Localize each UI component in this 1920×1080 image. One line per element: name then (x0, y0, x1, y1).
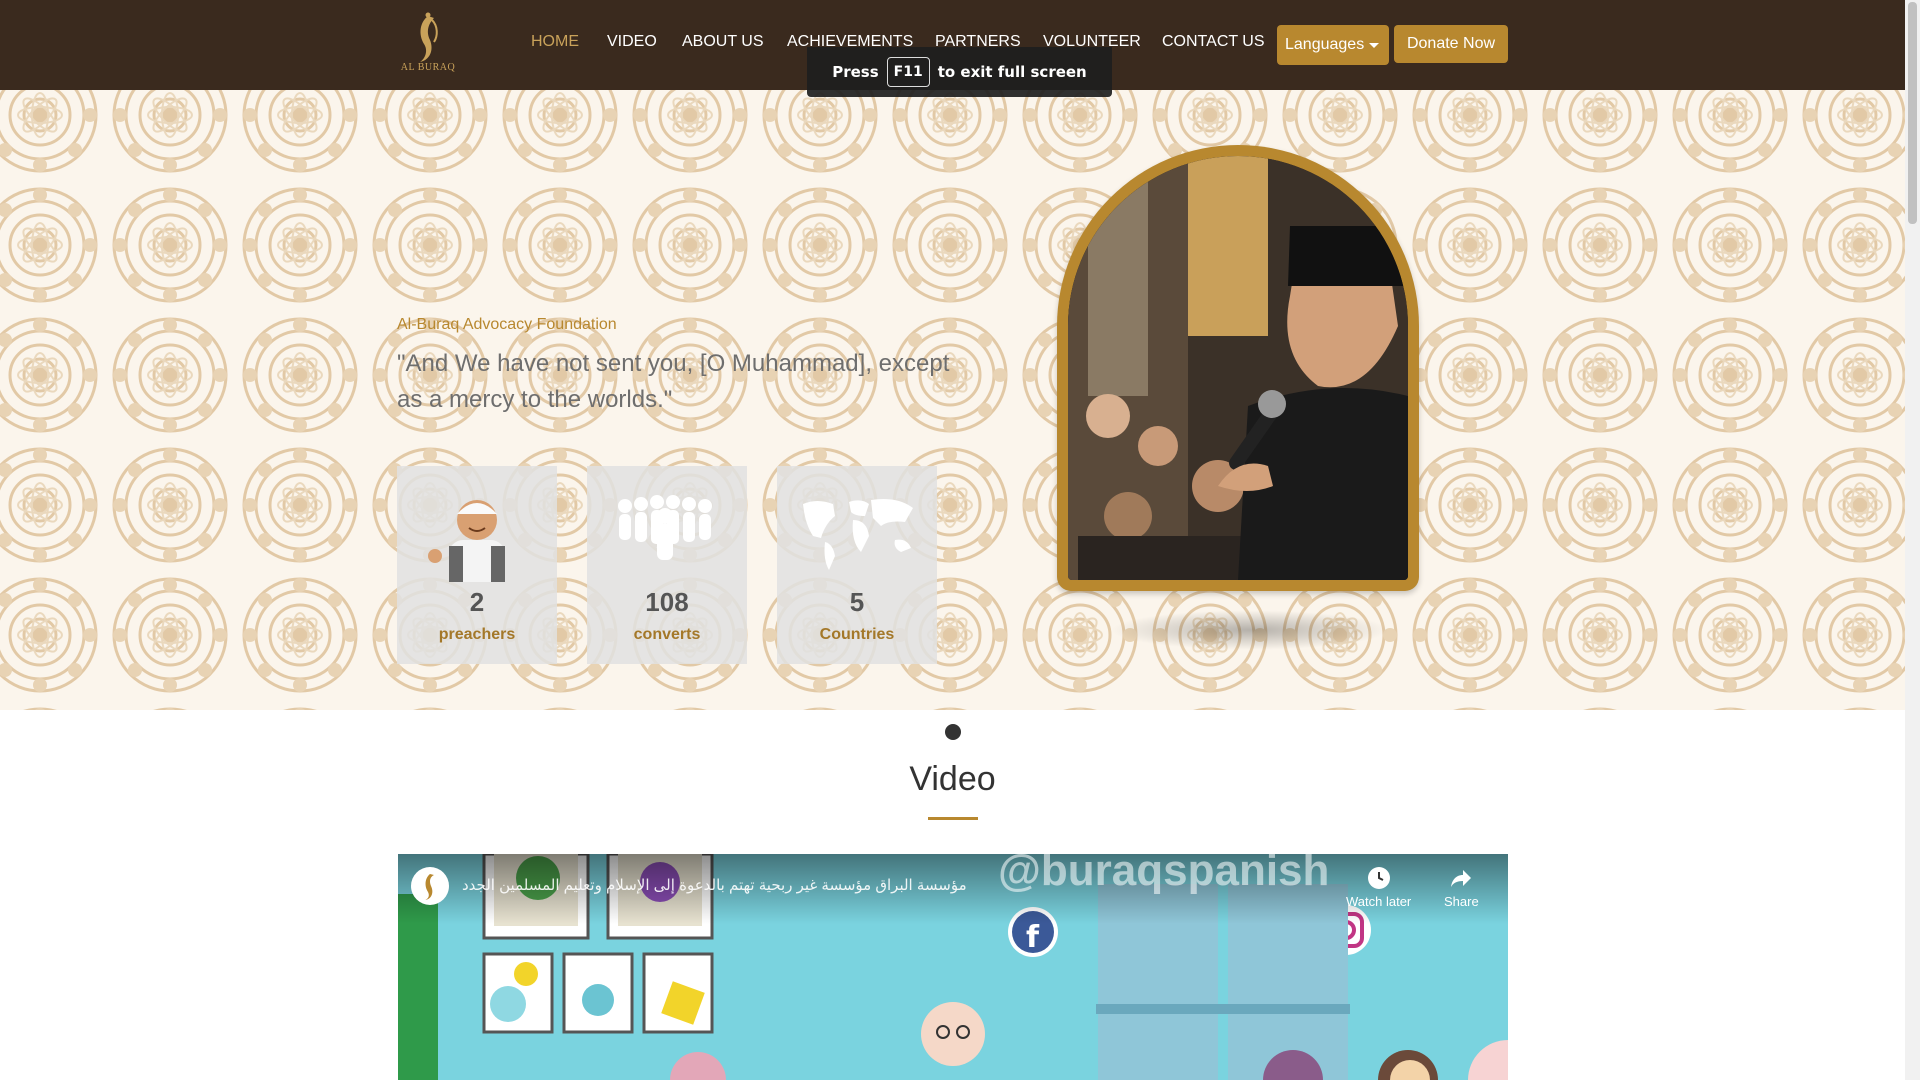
notice-press: Press (832, 63, 879, 81)
photo-shadow (1110, 610, 1390, 650)
fullscreen-exit-notice: Press F11 to exit full screen (807, 47, 1112, 97)
page: AL BURAQ HOME VIDEO ABOUT US ACHIEVEMENT… (0, 0, 1920, 1080)
stat-card-preachers: 2 preachers (397, 466, 557, 664)
stat-card-converts: 108 converts (587, 466, 747, 664)
people-group-icon (618, 495, 712, 560)
clock-icon (1367, 867, 1390, 889)
stat-value: 5 (849, 587, 865, 617)
video-title[interactable]: مؤسسة البراق مؤسسة غير ربحية تهتم بالدعو… (462, 876, 1162, 894)
carousel-indicator-dot[interactable] (945, 724, 961, 740)
donate-now-button[interactable]: Donate Now (1394, 25, 1508, 63)
share-arrow-icon (1451, 870, 1472, 887)
languages-label: Languages (1285, 36, 1365, 53)
hero-section: Al-Buraq Advocacy Foundation "And We hav… (0, 90, 1905, 710)
stat-label: preachers (438, 626, 516, 643)
speaker-illustration (1068, 156, 1408, 580)
stat-value: 108 (645, 587, 689, 617)
stat-card-countries: 5 Countries (777, 466, 937, 664)
languages-dropdown-button[interactable]: Languages (1277, 25, 1389, 65)
nav-contact-us[interactable]: CONTACT US (1162, 33, 1265, 51)
channel-avatar-icon[interactable] (410, 866, 450, 906)
stat-value: 2 (469, 587, 485, 617)
video-section-title: Video (909, 760, 996, 798)
f11-key: F11 (886, 57, 930, 87)
nav-video[interactable]: VIDEO (607, 33, 657, 51)
caret-down-icon (1369, 43, 1379, 48)
page-scrollbar-thumb[interactable] (1908, 2, 1917, 224)
watch-later-button[interactable]: Watch later (1346, 866, 1411, 909)
title-underline (928, 817, 978, 820)
share-label: Share (1444, 894, 1479, 909)
share-button[interactable]: Share (1444, 866, 1479, 909)
notice-rest: to exit full screen (937, 63, 1087, 81)
preacher-icon (428, 500, 505, 582)
watch-later-label: Watch later (1346, 894, 1412, 909)
nav-about-us[interactable]: ABOUT US (682, 33, 764, 51)
hero-subtitle: Al-Buraq Advocacy Foundation (397, 316, 617, 333)
stat-label: Countries (819, 626, 895, 643)
speaker-photo (1068, 156, 1408, 580)
embedded-video-player[interactable]: f @buraqspanish مؤسسة البراق مؤسسة غير ر… (398, 854, 1508, 1080)
logo-text: AL BURAQ (400, 62, 456, 73)
hero-quote: "And We have not sent you, [O Muhammad],… (397, 350, 950, 413)
stat-label: converts (633, 626, 701, 643)
svg-text:f: f (1026, 920, 1040, 955)
world-map-icon (803, 499, 913, 570)
nav-home[interactable]: HOME (531, 33, 579, 51)
